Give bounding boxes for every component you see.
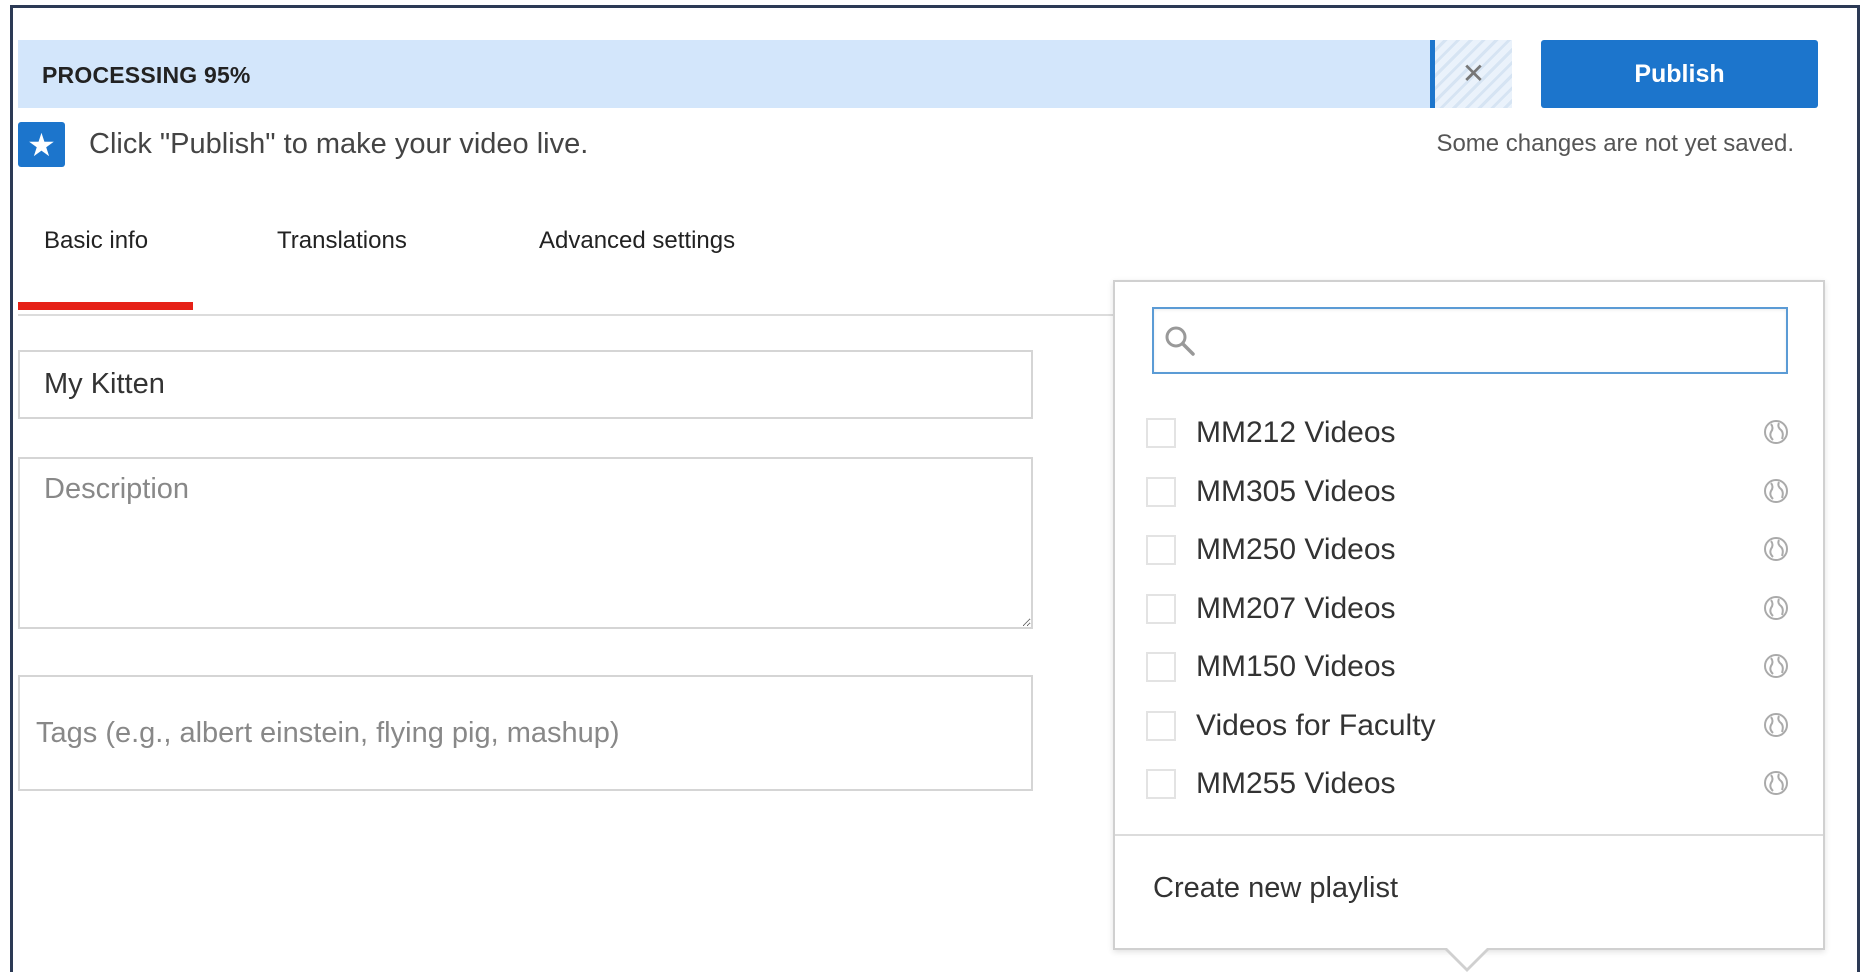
globe-icon [1764, 712, 1788, 737]
playlist-checkbox[interactable] [1146, 418, 1176, 449]
close-icon: ✕ [1461, 58, 1486, 89]
playlist-checkbox[interactable] [1146, 652, 1176, 683]
list-item[interactable]: MM207 Videos [1146, 580, 1796, 639]
tab-advanced-settings[interactable]: Advanced settings [539, 227, 735, 255]
playlist-list: MM212 Videos MM305 Videos MM250 Videos M… [1146, 404, 1796, 814]
playlist-checkbox[interactable] [1146, 593, 1176, 624]
playlist-search-box[interactable] [1152, 307, 1788, 374]
playlist-search-input[interactable] [1202, 309, 1782, 372]
globe-icon [1764, 595, 1788, 620]
list-item[interactable]: MM250 Videos [1146, 521, 1796, 580]
processing-label: PROCESSING 95% [42, 62, 251, 88]
active-tab-indicator [18, 302, 193, 310]
playlist-divider [1115, 834, 1823, 836]
tab-translations[interactable]: Translations [277, 227, 407, 255]
dropdown-caret [1445, 948, 1489, 972]
playlist-name: MM212 Videos [1196, 416, 1396, 450]
playlist-name: Videos for Faculty [1196, 708, 1436, 742]
tab-divider [18, 314, 1113, 316]
processing-progress-bar: PROCESSING 95% [18, 40, 1512, 108]
playlist-checkbox[interactable] [1146, 535, 1176, 566]
cancel-upload-button[interactable]: ✕ [1430, 40, 1512, 108]
list-item[interactable]: MM150 Videos [1146, 638, 1796, 697]
playlist-name: MM150 Videos [1196, 650, 1396, 684]
list-item[interactable]: MM255 Videos [1146, 755, 1796, 814]
globe-icon [1764, 771, 1788, 795]
tab-basic-info[interactable]: Basic info [44, 227, 148, 255]
playlist-name: MM305 Videos [1196, 474, 1396, 508]
playlist-checkbox[interactable] [1146, 710, 1176, 741]
playlist-name: MM255 Videos [1196, 767, 1396, 801]
publish-hint-text: Click "Publish" to make your video live. [89, 128, 589, 160]
description-textarea[interactable] [18, 457, 1033, 629]
title-input[interactable] [18, 350, 1033, 419]
unsaved-status: Some changes are not yet saved. [1436, 130, 1794, 157]
globe-icon [1764, 478, 1788, 503]
list-item[interactable]: MM212 Videos [1146, 404, 1796, 463]
playlist-name: MM250 Videos [1196, 533, 1396, 567]
playlist-dropdown: MM212 Videos MM305 Videos MM250 Videos M… [1113, 280, 1825, 972]
globe-icon [1764, 537, 1788, 561]
publish-button[interactable]: Publish [1541, 40, 1818, 108]
create-new-playlist-link[interactable]: Create new playlist [1153, 872, 1398, 905]
playlist-checkbox[interactable] [1146, 476, 1176, 507]
search-icon [1165, 326, 1195, 356]
globe-icon [1764, 654, 1788, 678]
list-item[interactable]: Videos for Faculty [1146, 697, 1796, 756]
globe-icon [1764, 420, 1788, 444]
star-icon: ★ [18, 122, 65, 167]
playlist-name: MM207 Videos [1196, 591, 1396, 625]
playlist-checkbox[interactable] [1146, 769, 1176, 800]
list-item[interactable]: MM305 Videos [1146, 463, 1796, 522]
tags-input[interactable] [18, 675, 1033, 791]
